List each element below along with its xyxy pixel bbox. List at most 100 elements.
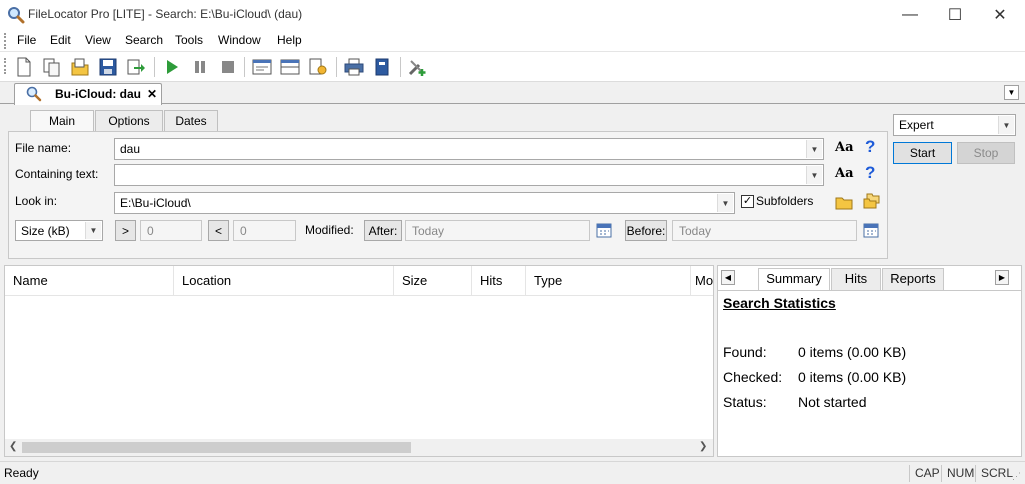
tab-summary[interactable]: Summary [758, 268, 830, 290]
stop-button[interactable]: Stop [957, 142, 1015, 164]
print-button[interactable] [342, 56, 366, 78]
column-location[interactable]: Location [174, 266, 394, 296]
tab-hits[interactable]: Hits [831, 268, 881, 290]
toolbar-separator [244, 57, 245, 77]
mode-value: Expert [899, 118, 934, 132]
minimize-button[interactable]: — [887, 0, 933, 30]
look-in-field[interactable]: E:\Bu-iCloud\ ▼ [114, 192, 735, 214]
subfolders-checkbox[interactable]: ✓ [741, 195, 754, 208]
split-view-icon [280, 59, 300, 75]
document-tab-strip: Bu-iCloud: dau ✕ ▼ [0, 82, 1025, 105]
new-search-button[interactable] [12, 56, 36, 78]
size-min-field[interactable]: 0 [140, 220, 202, 241]
scroll-right-icon[interactable]: ❯ [699, 441, 707, 452]
after-button[interactable]: After: [364, 220, 402, 241]
magnifier-icon [26, 86, 42, 102]
calendar-icon[interactable] [596, 222, 612, 238]
scrollbar-thumb[interactable] [22, 442, 411, 453]
pause-icon [195, 61, 205, 73]
tab-divider [718, 290, 1021, 291]
export-button[interactable] [124, 56, 148, 78]
size-unit-value: Size (kB) [21, 224, 70, 238]
size-max-field[interactable]: 0 [233, 220, 296, 241]
pause-search-button[interactable] [188, 56, 212, 78]
stop-search-button[interactable] [216, 56, 240, 78]
tab-scroll-right-icon[interactable]: ▶ [995, 270, 1009, 285]
start-button[interactable]: Start [893, 142, 952, 164]
before-button[interactable]: Before: [625, 220, 667, 241]
close-tab-button[interactable]: ✕ [147, 87, 157, 101]
mode-select[interactable]: Expert ▼ [893, 114, 1016, 136]
menu-search[interactable]: Search [125, 33, 163, 47]
status-value: Not started [798, 394, 867, 410]
menu-window[interactable]: Window [218, 33, 261, 47]
copy-search-button[interactable] [40, 56, 64, 78]
match-case-button[interactable]: Aa [835, 140, 854, 155]
menu-help[interactable]: Help [277, 33, 302, 47]
search-control-box: Expert ▼ Start Stop [892, 114, 1017, 174]
match-case-button[interactable]: Aa [835, 166, 854, 181]
help-icon[interactable]: ? [865, 137, 875, 157]
tab-list-dropdown-button[interactable]: ▼ [1004, 85, 1019, 100]
tab-reports[interactable]: Reports [882, 268, 944, 290]
chevron-down-icon[interactable]: ▼ [806, 140, 822, 158]
checked-value: 0 items (0.00 KB) [798, 369, 907, 385]
chevron-down-icon[interactable]: ▼ [806, 166, 822, 184]
start-search-button[interactable] [160, 56, 184, 78]
tab-scroll-left-icon[interactable]: ◀ [721, 270, 735, 285]
size-max-value: 0 [240, 224, 247, 238]
chevron-down-icon[interactable]: ▼ [998, 116, 1014, 134]
maximize-button[interactable]: ☐ [932, 0, 978, 30]
open-button[interactable] [68, 56, 92, 78]
toolbar-separator [154, 57, 155, 77]
save-button[interactable] [96, 56, 120, 78]
help-icon[interactable]: ? [865, 163, 875, 183]
chevron-down-icon[interactable]: ▼ [85, 222, 101, 239]
menu-file[interactable]: File [17, 33, 36, 47]
close-window-button[interactable]: ✕ [977, 0, 1023, 30]
window-layout-icon [252, 59, 272, 75]
tab-dates[interactable]: Dates [164, 110, 218, 131]
save-disk-icon [99, 58, 117, 76]
copy-document-icon [43, 58, 60, 77]
column-modified[interactable]: Mo [691, 266, 713, 296]
before-date-field[interactable]: Today [672, 220, 857, 241]
document-gear-icon [309, 58, 327, 75]
less-than-button[interactable]: < [208, 220, 229, 241]
scroll-left-icon[interactable]: ❮ [9, 441, 17, 452]
tab-options[interactable]: Options [95, 110, 163, 131]
look-in-value: E:\Bu-iCloud\ [120, 196, 191, 210]
horizontal-scrollbar[interactable]: ❮ ❯ [5, 439, 713, 456]
file-name-field[interactable]: dau ▼ [114, 138, 824, 160]
menu-tools[interactable]: Tools [175, 33, 203, 47]
options-button[interactable] [306, 56, 330, 78]
column-type[interactable]: Type [526, 266, 691, 296]
menu-view[interactable]: View [85, 33, 111, 47]
book-icon [375, 58, 389, 76]
title-bar: FileLocator Pro [LITE] - Search: E:\Bu-i… [0, 0, 1025, 30]
chevron-down-icon[interactable]: ▼ [717, 194, 733, 212]
split-view-button[interactable] [278, 56, 302, 78]
size-unit-select[interactable]: Size (kB) ▼ [15, 220, 103, 241]
containing-text-field[interactable]: ▼ [114, 164, 824, 186]
calendar-icon[interactable] [863, 222, 879, 238]
column-hits[interactable]: Hits [472, 266, 526, 296]
after-date-field[interactable]: Today [405, 220, 590, 241]
tab-main[interactable]: Main [30, 110, 94, 132]
resize-grip-icon[interactable]: ⋰ [1012, 471, 1021, 482]
subfolders-label: Subfolders [756, 194, 814, 208]
open-folder-icon [71, 58, 89, 76]
preview-button[interactable] [370, 56, 394, 78]
results-column-header: Name Location Size Hits Type Mo [5, 266, 713, 296]
multi-folder-icon[interactable] [863, 192, 881, 210]
greater-than-button[interactable]: > [115, 220, 136, 241]
column-size[interactable]: Size [394, 266, 472, 296]
results-list: Name Location Size Hits Type Mo ❮ ❯ [4, 265, 714, 457]
menu-edit[interactable]: Edit [50, 33, 71, 47]
browse-folder-icon[interactable] [835, 194, 853, 210]
document-tab[interactable]: Bu-iCloud: dau ✕ [14, 83, 162, 105]
file-name-label: File name: [15, 141, 72, 155]
configuration-button[interactable] [406, 56, 430, 78]
layout-button[interactable] [250, 56, 274, 78]
column-name[interactable]: Name [5, 266, 174, 296]
